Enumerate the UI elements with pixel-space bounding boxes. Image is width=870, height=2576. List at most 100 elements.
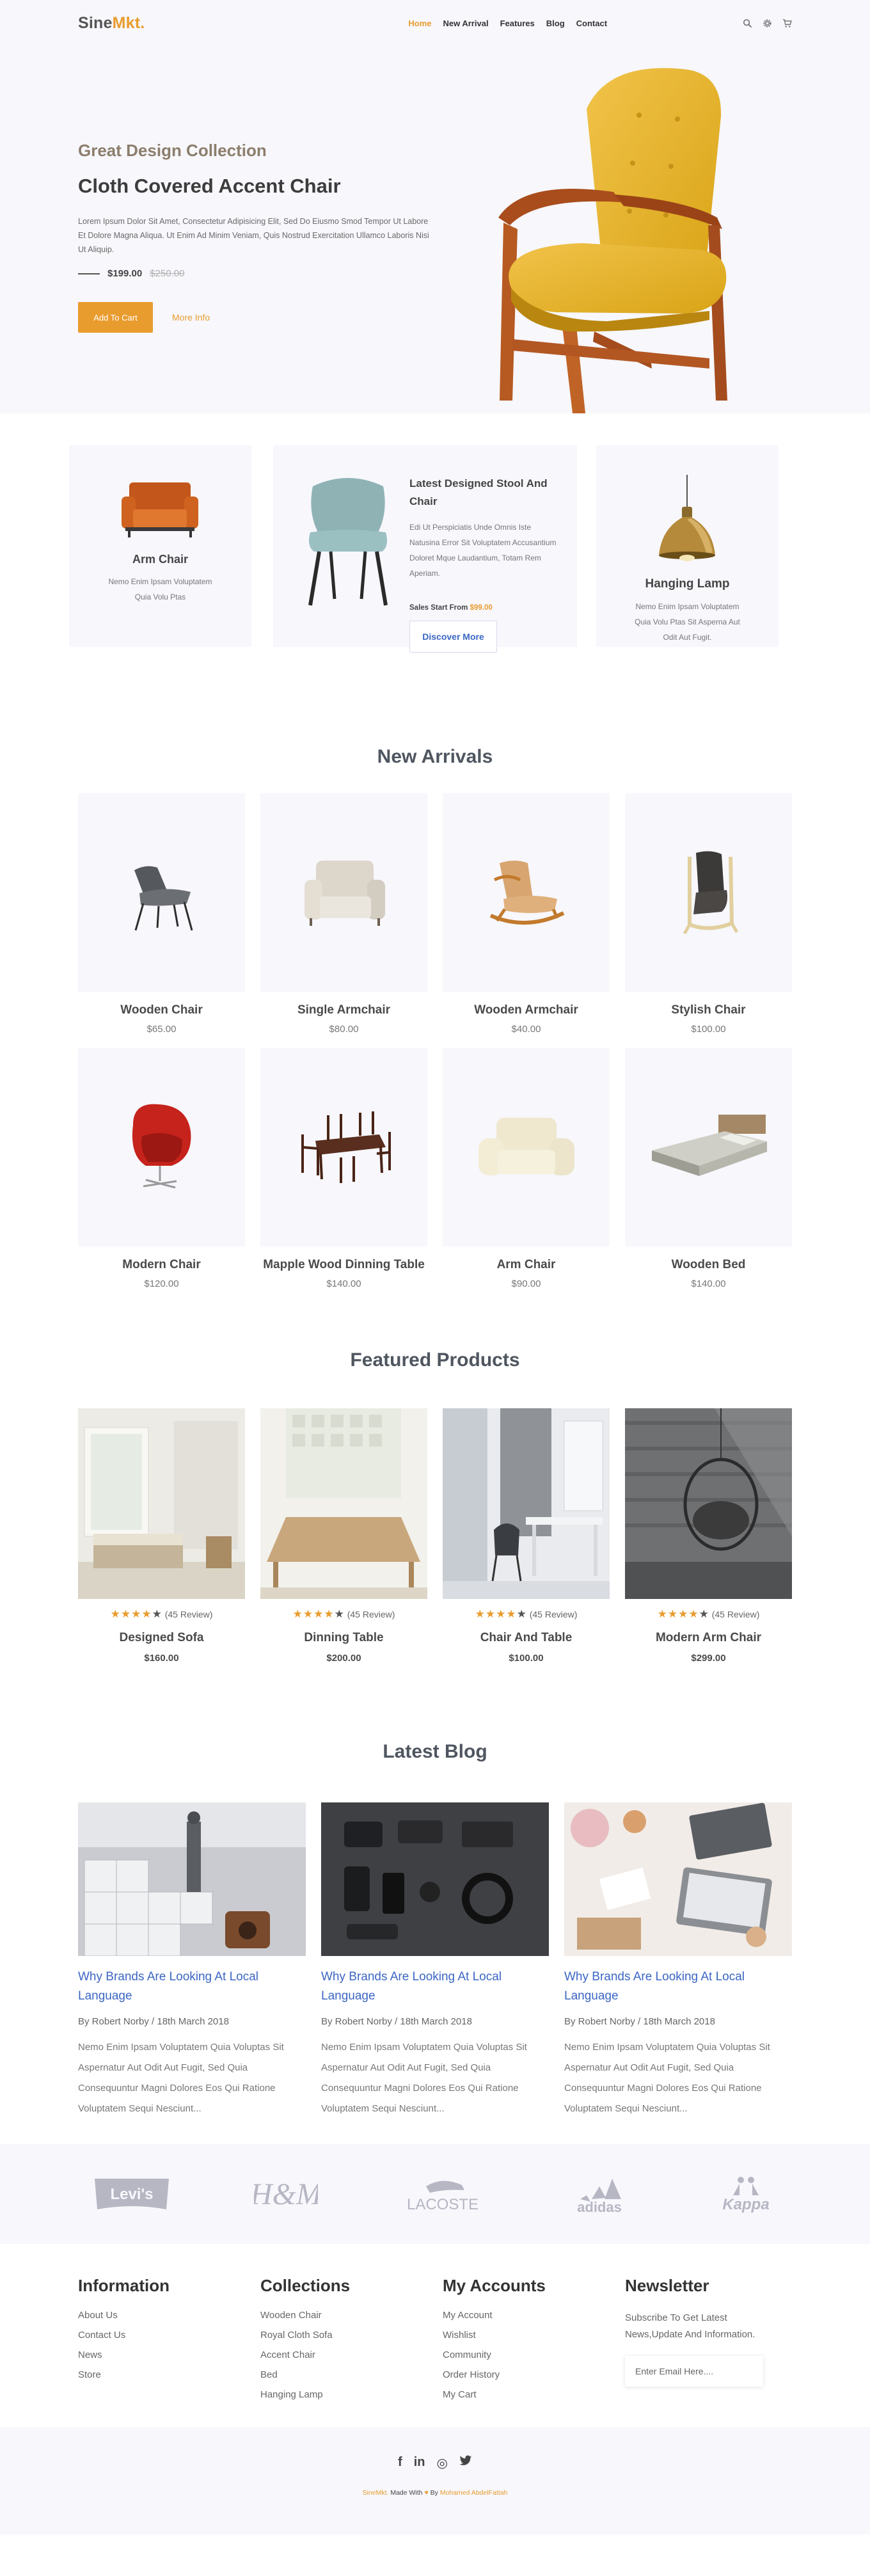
blog-photo-accessories[interactable] xyxy=(321,1802,549,1956)
twitter-icon[interactable] xyxy=(459,2455,472,2471)
review-count: (45 Review) xyxy=(164,1609,213,1619)
credit-made-with: Made With xyxy=(390,2489,423,2497)
footer-link-about[interactable]: About Us xyxy=(78,2310,260,2321)
lacoste-logo[interactable]: LACOSTE xyxy=(400,2174,485,2214)
product-card[interactable]: Wooden Bed $140.00 xyxy=(625,1048,792,1303)
levis-logo[interactable]: Levi's xyxy=(92,2175,171,2213)
footer-link-my-cart[interactable]: My Cart xyxy=(443,2389,625,2400)
product-name: Arm Chair xyxy=(496,1258,556,1271)
product-card[interactable]: Mapple Wood Dinning Table $140.00 xyxy=(260,1048,427,1303)
arrivals-grid: Wooden Chair $65.00 Single Armchair $80.… xyxy=(78,793,792,1303)
footer-link-hanging-lamp[interactable]: Hanging Lamp xyxy=(260,2389,443,2400)
nav-home[interactable]: Home xyxy=(408,19,431,28)
nav-blog[interactable]: Blog xyxy=(546,19,565,28)
card-1-title: Arm Chair xyxy=(132,553,189,566)
footer-link-accent-chair[interactable]: Accent Chair xyxy=(260,2349,443,2360)
discover-more-button[interactable]: Discover More xyxy=(409,621,497,653)
footer-link-community[interactable]: Community xyxy=(443,2349,625,2360)
blog-photo-store[interactable] xyxy=(78,1802,306,1956)
footer-link-bed[interactable]: Bed xyxy=(260,2369,443,2380)
featured-section: Featured Products ★★★★★ (45 Review) Desi… xyxy=(0,1319,870,1714)
product-card[interactable]: Arm Chair $90.00 xyxy=(443,1048,610,1303)
featured-title: Featured Products xyxy=(350,1349,520,1371)
nav-new-arrival[interactable]: New Arrival xyxy=(443,19,489,28)
hero-title: Cloth Covered Accent Chair xyxy=(78,175,341,197)
adidas-logo[interactable]: adidas xyxy=(567,2174,631,2214)
brand-text: adidas xyxy=(577,2199,622,2214)
featured-name: Modern Arm Chair xyxy=(655,1631,762,1644)
newsletter-text: Subscribe To Get Latest News,Update And … xyxy=(625,2312,755,2340)
footer-link-wishlist[interactable]: Wishlist xyxy=(443,2330,625,2341)
cart-icon[interactable] xyxy=(782,19,792,28)
newsletter-email-input[interactable] xyxy=(625,2356,763,2387)
hm-logo[interactable]: H&M xyxy=(254,2175,318,2213)
product-price: $90.00 xyxy=(511,1278,541,1289)
hero-description: Lorem Ipsum Dolor Sit Amet, Consectetur … xyxy=(78,217,429,254)
blog-photo-desk[interactable] xyxy=(564,1802,792,1956)
blog-post-meta: By Robert Norby / 18th March 2018 xyxy=(78,2016,229,2027)
product-card[interactable]: Wooden Armchair $40.00 xyxy=(443,793,610,1048)
footer-link-store[interactable]: Store xyxy=(78,2369,260,2380)
card-3-text: Nemo Enim Ipsam Voluptatem Quia Volu Pta… xyxy=(635,602,740,642)
modern-chair-image xyxy=(132,1104,191,1189)
star-icon: ★ xyxy=(699,1608,709,1620)
featured-price: $160.00 xyxy=(144,1653,179,1664)
credit-line: SineMkt. Made With ♥ By Mohamed AbdelFat… xyxy=(0,2489,870,2497)
kappa-logo[interactable]: Kappa xyxy=(714,2174,778,2214)
star-icon: ★ xyxy=(334,1608,345,1620)
featured-card[interactable]: ★★★★★ (45 Review) Dinning Table $200.00 xyxy=(260,1408,427,1664)
blog-post-title[interactable]: Why Brands Are Looking At Local Language xyxy=(564,1968,792,2006)
add-to-cart-button[interactable]: Add To Cart xyxy=(78,302,153,333)
gear-icon[interactable] xyxy=(763,19,772,28)
hero-subtitle: Great Design Collection xyxy=(78,141,267,160)
featured-price: $200.00 xyxy=(326,1653,361,1664)
arm-chair-image xyxy=(478,1118,574,1175)
star-icon: ★★★★ xyxy=(292,1608,335,1620)
product-price: $40.00 xyxy=(511,1024,541,1035)
footer-link-contact[interactable]: Contact Us xyxy=(78,2330,260,2341)
linkedin-icon[interactable]: in xyxy=(414,2455,425,2471)
product-card[interactable]: Single Armchair $80.00 xyxy=(260,793,427,1048)
footer-link-my-account[interactable]: My Account xyxy=(443,2310,625,2321)
featured-card[interactable]: ★★★★★ (45 Review) Modern Arm Chair $299.… xyxy=(625,1408,792,1664)
arm-chair-image xyxy=(122,482,198,537)
search-icon[interactable] xyxy=(743,19,752,28)
blog-section: Latest Blog Why Brands Are Looking At Lo… xyxy=(0,1714,870,2144)
star-icon: ★★★★ xyxy=(657,1608,699,1620)
footer-link-order-history[interactable]: Order History xyxy=(443,2369,625,2380)
sales-start: Sales Start From $99.00 xyxy=(409,604,557,612)
logo[interactable]: SineMkt. xyxy=(78,14,145,33)
product-name: Stylish Chair xyxy=(671,1003,746,1017)
site-header: SineMkt. Home New Arrival Features Blog … xyxy=(0,0,870,46)
more-info-link[interactable]: More Info xyxy=(172,312,210,322)
brand-text: H&M xyxy=(254,2177,318,2211)
nav-features[interactable]: Features xyxy=(500,19,535,28)
footer-link-royal-sofa[interactable]: Royal Cloth Sofa xyxy=(260,2330,443,2341)
instagram-icon[interactable]: ◎ xyxy=(437,2455,448,2471)
product-price: $140.00 xyxy=(691,1278,726,1289)
rating: ★★★★★ (45 Review) xyxy=(443,1608,610,1621)
arm-chair-card[interactable]: Arm Chair Nemo Enim Ipsam Voluptatem Qui… xyxy=(69,445,251,647)
hanging-lamp-card[interactable]: Hanging Lamp Nemo Enim Ipsam Voluptatem … xyxy=(596,445,779,647)
featured-card[interactable]: ★★★★★ (45 Review) Designed Sofa $160.00 xyxy=(78,1408,245,1664)
product-card[interactable]: Modern Chair $120.00 xyxy=(78,1048,245,1303)
hanging-lamp-image xyxy=(659,475,715,561)
featured-card[interactable]: ★★★★★ (45 Review) Chair And Table $100.0… xyxy=(443,1408,610,1664)
stool-chair-card: Latest Designed Stool And Chair Edi Ut P… xyxy=(273,445,577,653)
footer-link-news[interactable]: News xyxy=(78,2349,260,2360)
product-card[interactable]: Stylish Chair $100.00 xyxy=(625,793,792,1048)
blog-title: Latest Blog xyxy=(383,1741,487,1762)
single-armchair-image xyxy=(304,861,385,926)
product-card[interactable]: Wooden Chair $65.00 xyxy=(78,793,245,1048)
nav-contact[interactable]: Contact xyxy=(576,19,607,28)
star-icon: ★ xyxy=(152,1608,162,1620)
product-price: $65.00 xyxy=(146,1024,177,1035)
credit-author[interactable]: Mohamed AbdelFattah xyxy=(440,2489,508,2497)
footer-link-wooden-chair[interactable]: Wooden Chair xyxy=(260,2310,443,2321)
wooden-armchair-image xyxy=(489,861,564,925)
star-icon: ★★★★ xyxy=(110,1608,152,1620)
product-price: $80.00 xyxy=(329,1024,359,1035)
facebook-icon[interactable]: f xyxy=(398,2455,402,2471)
blog-post-title[interactable]: Why Brands Are Looking At Local Language xyxy=(321,1968,549,2006)
blog-post-title[interactable]: Why Brands Are Looking At Local Language xyxy=(78,1968,306,2006)
